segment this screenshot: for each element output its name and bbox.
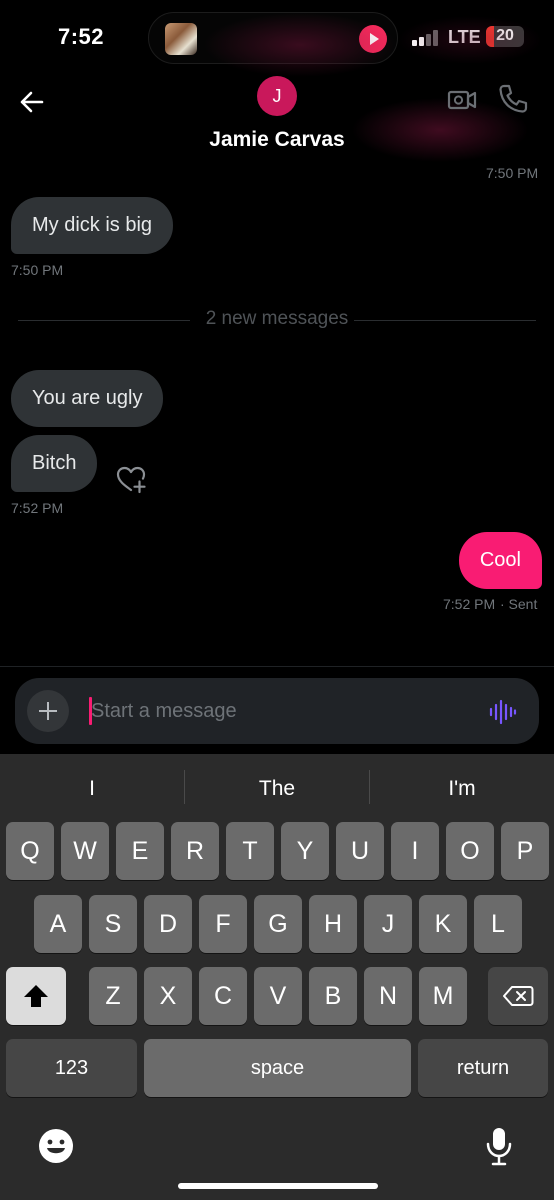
- back-button[interactable]: [14, 84, 50, 120]
- key-x[interactable]: X: [144, 967, 192, 1025]
- key-j[interactable]: J: [364, 895, 412, 953]
- key-v[interactable]: V: [254, 967, 302, 1025]
- emoji-button[interactable]: [36, 1126, 76, 1166]
- key-u[interactable]: U: [336, 822, 384, 880]
- message-input[interactable]: [91, 690, 471, 732]
- backspace-icon: [503, 986, 534, 1006]
- key-y[interactable]: Y: [281, 822, 329, 880]
- key-m[interactable]: M: [419, 967, 467, 1025]
- key-d[interactable]: D: [144, 895, 192, 953]
- shift-icon: [24, 985, 48, 1007]
- message-composer: [15, 678, 539, 744]
- message-timestamp: 7:52 PM: [443, 596, 496, 612]
- key-r[interactable]: R: [171, 822, 219, 880]
- contact-name[interactable]: Jamie Carvas: [0, 128, 554, 152]
- key-c[interactable]: C: [199, 967, 247, 1025]
- message-bubble-outgoing[interactable]: Cool: [458, 532, 542, 589]
- key-z[interactable]: Z: [89, 967, 137, 1025]
- heart-plus-icon: [116, 466, 146, 494]
- battery-icon: 20: [486, 26, 524, 47]
- emoji-icon: [39, 1129, 73, 1163]
- message-status: · Sent: [500, 596, 538, 612]
- suggestion-3[interactable]: I'm: [370, 772, 554, 806]
- phone-icon: [499, 84, 528, 113]
- message-timestamp: 7:52 PM: [11, 500, 64, 516]
- new-messages-label: 2 new messages: [205, 308, 349, 329]
- key-q[interactable]: Q: [6, 822, 54, 880]
- key-t[interactable]: T: [226, 822, 274, 880]
- battery-level: 20: [496, 27, 514, 44]
- message-bubble-incoming[interactable]: Bitch: [11, 435, 98, 492]
- key-i[interactable]: I: [391, 822, 439, 880]
- key-k[interactable]: K: [419, 895, 467, 953]
- dynamic-island[interactable]: [148, 12, 398, 64]
- message-timestamp: 7:50 PM: [486, 165, 539, 181]
- voice-call-button[interactable]: [496, 82, 530, 116]
- status-bar: 7:52 LTE 20: [0, 0, 554, 76]
- keyboard: I The I'm QWERTYUIOP ASDFGHJKL ZXCVBNM 1…: [0, 754, 554, 1200]
- play-icon[interactable]: [359, 25, 387, 53]
- arrow-left-icon: [20, 91, 44, 113]
- avatar[interactable]: J: [257, 76, 297, 116]
- microphone-icon: [486, 1128, 512, 1166]
- suggestion-1[interactable]: I: [0, 772, 184, 806]
- message-bubble-incoming[interactable]: You are ugly: [11, 370, 164, 427]
- key-g[interactable]: G: [254, 895, 302, 953]
- shift-key[interactable]: [6, 967, 66, 1025]
- network-type: LTE: [448, 27, 481, 47]
- now-playing-thumbnail: [165, 23, 197, 55]
- delete-key[interactable]: [488, 967, 548, 1025]
- numbers-key[interactable]: 123: [6, 1039, 137, 1097]
- add-reaction-button[interactable]: [114, 462, 148, 496]
- key-n[interactable]: N: [364, 967, 412, 1025]
- signal-strength-icon: [412, 30, 440, 46]
- key-p[interactable]: P: [501, 822, 549, 880]
- dictation-button[interactable]: [484, 1126, 514, 1168]
- conversation-header: J Jamie Carvas: [0, 76, 554, 162]
- key-b[interactable]: B: [309, 967, 357, 1025]
- key-f[interactable]: F: [199, 895, 247, 953]
- voice-wave-icon: [489, 699, 517, 725]
- key-e[interactable]: E: [116, 822, 164, 880]
- return-key[interactable]: return: [418, 1039, 548, 1097]
- space-key[interactable]: space: [144, 1039, 411, 1097]
- key-l[interactable]: L: [474, 895, 522, 953]
- video-call-button[interactable]: [446, 84, 478, 116]
- composer-divider: [0, 666, 554, 667]
- key-a[interactable]: A: [34, 895, 82, 953]
- home-indicator[interactable]: [178, 1183, 378, 1189]
- key-h[interactable]: H: [309, 895, 357, 953]
- key-s[interactable]: S: [89, 895, 137, 953]
- suggestion-2[interactable]: The: [185, 772, 369, 806]
- voice-message-button[interactable]: [487, 697, 517, 727]
- message-bubble-incoming[interactable]: My dick is big: [11, 197, 174, 254]
- message-timestamp: 7:50 PM: [11, 262, 64, 278]
- video-camera-icon: [447, 90, 477, 110]
- status-time: 7:52: [58, 24, 105, 49]
- key-o[interactable]: O: [446, 822, 494, 880]
- new-messages-divider: 2 new messages: [18, 308, 536, 332]
- key-w[interactable]: W: [61, 822, 109, 880]
- plus-icon[interactable]: [27, 690, 69, 732]
